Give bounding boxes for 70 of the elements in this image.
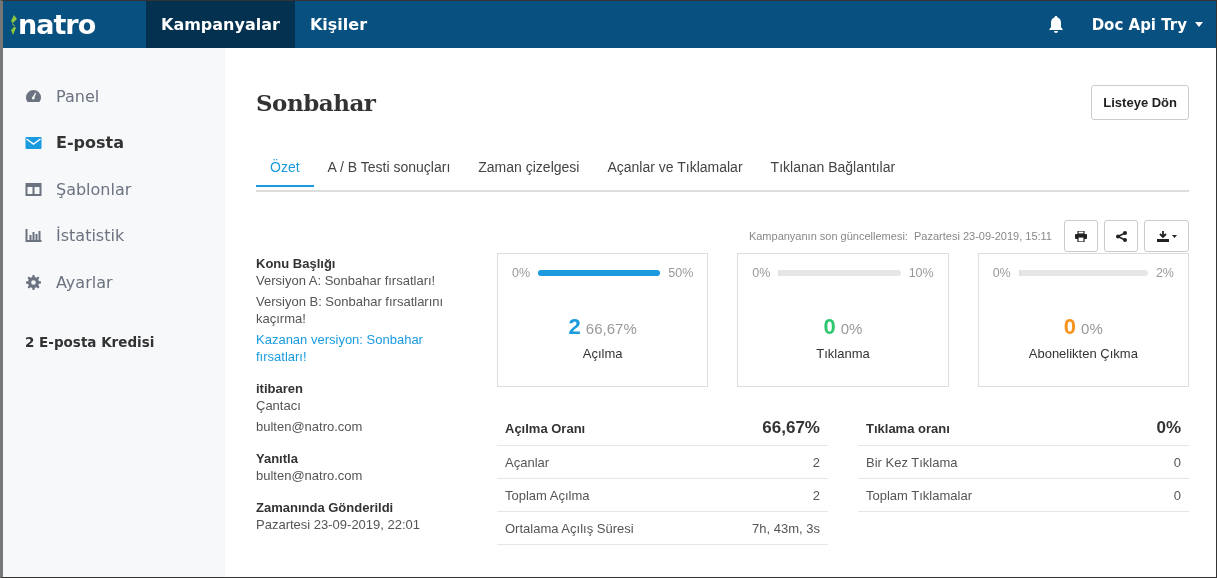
info-text: bulten@natro.com xyxy=(256,418,364,435)
page-title: Sonbahar xyxy=(256,89,376,116)
table-total: 66,67% xyxy=(762,418,820,438)
sidebar-item[interactable]: İstatistik xyxy=(3,212,225,259)
row-value: 2 xyxy=(812,487,820,503)
row-value: 0 xyxy=(1173,454,1181,470)
share-button[interactable] xyxy=(1104,220,1138,252)
table-title: Tıklama oranı xyxy=(866,420,950,436)
range-min: 0% xyxy=(992,266,1011,280)
row-label: Toplam Tıklamalar xyxy=(866,487,972,503)
stat-percent: 0% xyxy=(840,320,863,337)
stat-count: 0 xyxy=(823,314,836,340)
sidebar-item[interactable]: Şablonlar xyxy=(3,166,225,213)
tab[interactable]: A / B Testi sonuçları xyxy=(313,154,465,185)
info-heading: Yanıtla xyxy=(256,451,299,466)
info-text: Versiyon A: Sonbahar fırsatları! xyxy=(256,272,437,289)
row-label: Bir Kez Tıklama xyxy=(866,454,958,470)
credits-text: 2 E-posta Kredisi xyxy=(25,333,156,350)
columns-icon xyxy=(25,182,42,196)
range-max: 2% xyxy=(1155,266,1174,280)
sidebar-item[interactable]: E-posta xyxy=(3,119,225,166)
range-max: 10% xyxy=(908,266,934,280)
nav-tab[interactable]: Kampanyalar xyxy=(146,1,295,48)
tab[interactable]: Açanlar ve Tıklamalar xyxy=(593,154,757,185)
range-min: 0% xyxy=(512,266,531,280)
info-heading: itibaren xyxy=(256,381,304,396)
row-label: Ortalama Açılış Süresi xyxy=(505,520,634,536)
info-text: bulten@natro.com xyxy=(256,467,364,484)
info-heading: Zamanında Gönderildi xyxy=(256,500,395,515)
envelope-icon xyxy=(25,136,42,149)
tab[interactable]: Tıklanan Bağlantılar xyxy=(756,154,910,185)
logo[interactable]: natro xyxy=(18,9,96,40)
info-heading: Konu Başlığı xyxy=(256,256,337,271)
tab[interactable]: Zaman çizelgesi xyxy=(464,154,594,185)
stat-count: 0 xyxy=(1063,314,1077,340)
logo-mark-icon xyxy=(11,14,17,35)
stat-label: Açılma xyxy=(582,346,623,361)
bell-icon[interactable] xyxy=(1047,15,1064,34)
row-label: Açanlar xyxy=(505,454,550,470)
back-button[interactable]: Listeye Dön xyxy=(1091,85,1189,120)
range-min: 0% xyxy=(752,266,771,280)
info-text: Çantacı xyxy=(256,397,302,414)
nav-tab[interactable]: Kişiler xyxy=(294,1,383,48)
row-value: 7h, 43m, 3s xyxy=(752,520,820,536)
stat-percent: 0% xyxy=(1081,320,1103,337)
settings-icon xyxy=(25,274,42,290)
table-total: 0% xyxy=(1156,418,1181,438)
stat-percent: 66,67% xyxy=(585,320,637,337)
range-max: 50% xyxy=(668,266,694,280)
last-update-text: Kampanyanın son güncellemesi: Pazartesi 23-09-2019, 15:11 xyxy=(748,230,1052,242)
row-value: 0 xyxy=(1173,487,1181,503)
row-label: Toplam Açılma xyxy=(505,487,590,503)
info-text: Versiyon B: Sonbahar fırsatlarını kaçırma! xyxy=(256,293,445,327)
gauge-icon xyxy=(25,89,42,104)
download-icon xyxy=(1156,230,1177,242)
stat-label: Abonelikten Çıkma xyxy=(1028,346,1138,361)
row-value: 2 xyxy=(812,454,820,470)
printer-icon xyxy=(1075,230,1087,242)
user-menu[interactable]: Doc Api Try xyxy=(1091,15,1187,34)
sidebar-item[interactable]: Ayarlar xyxy=(3,259,225,306)
table-title: Açılma Oranı xyxy=(505,420,586,436)
download-button[interactable] xyxy=(1144,220,1189,252)
stat-label: Tıklanma xyxy=(816,346,870,361)
sidebar-item[interactable]: Panel xyxy=(3,73,225,120)
caret-icon xyxy=(1195,22,1203,27)
info-text: Pazartesi 23-09-2019, 22:01 xyxy=(256,516,422,533)
print-button[interactable] xyxy=(1064,220,1098,252)
share-icon xyxy=(1115,230,1127,242)
bar-chart-icon xyxy=(25,229,42,243)
stat-count: 2 xyxy=(568,314,581,340)
